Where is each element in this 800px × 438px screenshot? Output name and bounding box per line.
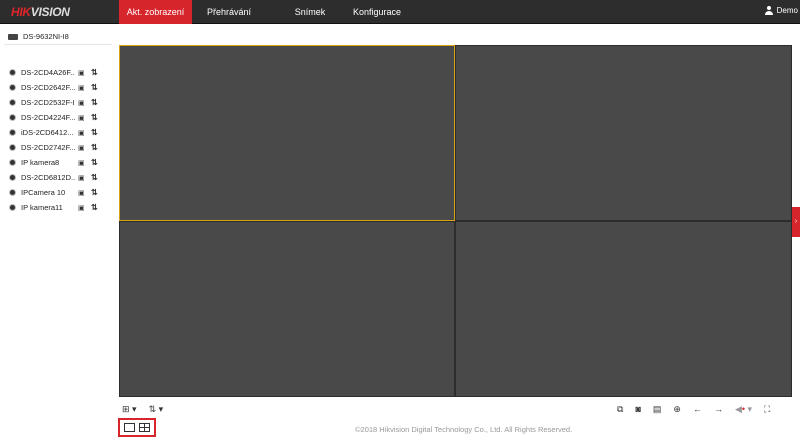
footer-copyright: ©2018 Hikvision Digital Technology Co., …: [355, 425, 573, 434]
snapshot-icon[interactable]: ◙: [635, 404, 640, 414]
camera-icon: [9, 99, 16, 106]
camera-name: DS-2CD2532F-I: [21, 98, 75, 107]
camera-name: DS-2CD6812D...: [21, 173, 75, 182]
camera-icon: [9, 144, 16, 151]
camera-item[interactable]: DS-2CD2532F-I ▣ ⇅: [9, 95, 117, 110]
camera-icon: [9, 84, 16, 91]
camera-name: IP kamera8: [21, 158, 60, 167]
tab-playback[interactable]: Přehrávání: [196, 0, 262, 24]
top-nav: HIKVISION Akt. zobrazení Přehrávání Sním…: [0, 0, 800, 24]
camera-item[interactable]: DS-2CD2742F... ▣ ⇅: [9, 140, 117, 155]
record-icon[interactable]: ▣: [78, 174, 85, 182]
camera-item[interactable]: DS-2CD4224F... ▣ ⇅: [9, 110, 117, 125]
camera-item[interactable]: iDS-2CD6412... ▣ ⇅: [9, 125, 117, 140]
video-window-1[interactable]: [119, 45, 455, 221]
logo: HIKVISION: [11, 5, 70, 19]
video-window-4[interactable]: [455, 221, 792, 397]
user-menu[interactable]: Demo: [764, 6, 798, 15]
record-icon[interactable]: ▣: [78, 84, 85, 92]
video-window-2[interactable]: [455, 45, 792, 221]
camera-list: DS-2CD4A26F... ▣ ⇅ DS-2CD2642F... ▣ ⇅ DS-2CD25…: [9, 65, 117, 215]
video-grid: [119, 45, 792, 397]
record-icon[interactable]: ▣: [78, 129, 85, 137]
ptz-panel-toggle[interactable]: ›: [792, 207, 800, 237]
stream-icon[interactable]: ⇅: [91, 83, 98, 92]
camera-name: IPCamera 10: [21, 188, 66, 197]
record-icon[interactable]: ▣: [78, 144, 85, 152]
video-window-3[interactable]: [119, 221, 455, 397]
camera-icon: [9, 114, 16, 121]
camera-icon: [9, 129, 16, 136]
camera-name: DS-2CD2742F...: [21, 143, 75, 152]
stream-icon[interactable]: ⇅: [91, 188, 98, 197]
camera-name: DS-2CD4224F...: [21, 113, 75, 122]
stream-icon[interactable]: ⇅: [91, 143, 98, 152]
layout-icon[interactable]: ⊞ ▾: [122, 404, 137, 415]
camera-item[interactable]: DS-2CD2642F... ▣ ⇅: [9, 80, 117, 95]
tab-configuration[interactable]: Konfigurace: [345, 0, 409, 24]
single-layout-icon[interactable]: [124, 423, 135, 432]
stream-icon[interactable]: ⇅: [91, 203, 98, 212]
camera-icon: [9, 69, 16, 76]
camera-item[interactable]: IP kamera11 ▣ ⇅: [9, 200, 117, 215]
audio-icon[interactable]: ◀• ▾: [735, 404, 752, 415]
prev-icon[interactable]: ←: [693, 404, 702, 414]
record-icon[interactable]: ▤: [653, 404, 662, 415]
tab-live-view[interactable]: Akt. zobrazení: [119, 0, 192, 24]
fullscreen-icon[interactable]: ⛶: [764, 404, 770, 415]
camera-item[interactable]: DS-2CD6812D... ▣ ⇅: [9, 170, 117, 185]
zoom-icon[interactable]: ⊕: [673, 404, 681, 415]
next-icon[interactable]: →: [714, 404, 723, 414]
camera-name: DS-2CD2642F...: [21, 83, 75, 92]
camera-name: DS-2CD4A26F...: [21, 68, 75, 77]
capture-all-icon[interactable]: ⧉: [617, 404, 623, 415]
record-icon[interactable]: ▣: [78, 159, 85, 167]
camera-item[interactable]: IPCamera 10 ▣ ⇅: [9, 185, 117, 200]
stream-icon[interactable]: ⇅: [91, 173, 98, 182]
toolbar-left: ⊞ ▾ ⇅ ▾: [122, 400, 163, 418]
tab-picture[interactable]: Snímek: [280, 0, 340, 24]
toolbar-right: ⧉ ◙ ▤ ⊕ ← → ◀• ▾ ⛶: [617, 400, 770, 418]
user-icon: [764, 6, 773, 15]
camera-icon: [9, 189, 16, 196]
record-icon[interactable]: ▣: [78, 99, 85, 107]
record-icon[interactable]: ▣: [78, 204, 85, 212]
camera-icon: [9, 159, 16, 166]
camera-icon: [9, 174, 16, 181]
record-icon[interactable]: ▣: [78, 114, 85, 122]
record-icon[interactable]: ▣: [78, 189, 85, 197]
stream-icon[interactable]: ⇅: [91, 113, 98, 122]
stream-icon[interactable]: ⇅: [91, 158, 98, 167]
quad-layout-icon[interactable]: [139, 423, 150, 432]
camera-item[interactable]: IP kamera8 ▣ ⇅: [9, 155, 117, 170]
camera-name: iDS-2CD6412...: [21, 128, 74, 137]
record-icon[interactable]: ▣: [78, 69, 85, 77]
stream-icon[interactable]: ⇅: [91, 128, 98, 137]
stream-icon[interactable]: ⇅ ▾: [149, 404, 164, 415]
camera-item[interactable]: DS-2CD4A26F... ▣ ⇅: [9, 65, 117, 80]
camera-name: IP kamera11: [21, 203, 63, 212]
dvr-icon: [8, 33, 18, 40]
device-node[interactable]: DS-9632NI-I8: [8, 32, 69, 41]
camera-icon: [9, 204, 16, 211]
stream-icon[interactable]: ⇅: [91, 68, 98, 77]
stream-icon[interactable]: ⇅: [91, 98, 98, 107]
layout-switcher: [118, 418, 156, 437]
divider: [4, 44, 112, 45]
